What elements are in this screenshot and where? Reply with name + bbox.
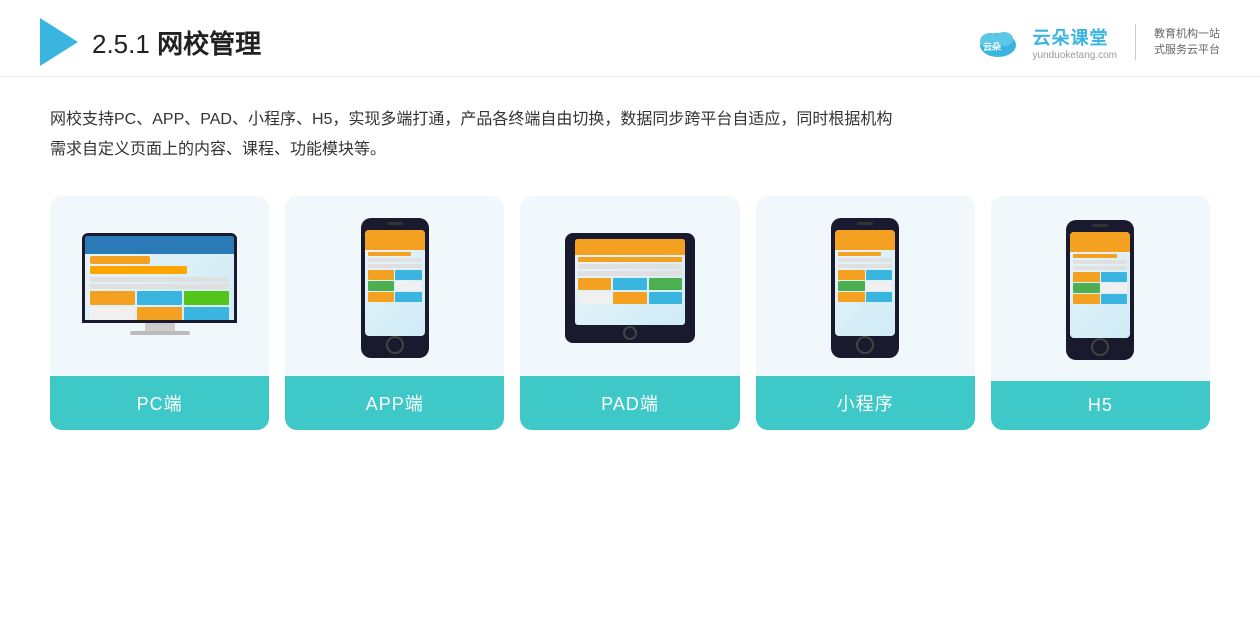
card-pc: PC端 (50, 196, 269, 430)
card-h5: H5 (991, 196, 1210, 430)
card-mini-label: 小程序 (756, 376, 975, 430)
card-pc-label: PC端 (50, 376, 269, 430)
card-mini: 小程序 (756, 196, 975, 430)
card-app-label: APP端 (285, 376, 504, 430)
card-pad: PAD端 (520, 196, 739, 430)
card-pad-image (520, 196, 739, 376)
app-device (361, 218, 429, 358)
logo-divider (1135, 24, 1136, 60)
cloud-icon: 云朵 (974, 23, 1022, 61)
mini-device (831, 218, 899, 358)
page-title: 2.5.1 网校管理 (92, 24, 261, 61)
card-app-image (285, 196, 504, 376)
logo-text: 云朵课堂 yunduoketang.com (1032, 24, 1117, 61)
description-text: 网校支持PC、APP、PAD、小程序、H5，实现多端打通，产品各终端自由切换，数… (50, 105, 1210, 166)
card-h5-label: H5 (991, 381, 1210, 430)
card-pad-label: PAD端 (520, 376, 739, 430)
tablet-icon (565, 233, 695, 343)
pc-device (82, 233, 237, 343)
logo-slogan: 教育机构一站 式服务云平台 (1154, 26, 1220, 59)
pad-device (565, 233, 695, 343)
card-pc-image (50, 196, 269, 376)
svg-text:云朵: 云朵 (983, 42, 1002, 52)
mini-phone-icon (831, 218, 899, 358)
page-wrapper: 2.5.1 网校管理 云朵 云朵课堂 yunduoketang.com 教育机构… (0, 0, 1260, 630)
header-left: 2.5.1 网校管理 (40, 18, 261, 66)
card-mini-image (756, 196, 975, 376)
header: 2.5.1 网校管理 云朵 云朵课堂 yunduoketang.com 教育机构… (0, 0, 1260, 77)
platform-cards-grid: PC端 (50, 196, 1210, 430)
h5-phone-icon (1066, 220, 1134, 360)
card-app: APP端 (285, 196, 504, 430)
pc-monitor-icon (82, 233, 237, 343)
logo-triangle-icon (40, 18, 78, 66)
brand-logo: 云朵 云朵课堂 yunduoketang.com 教育机构一站 式服务云平台 (974, 23, 1220, 61)
phone-icon (361, 218, 429, 358)
h5-device (1066, 220, 1134, 360)
card-h5-image (991, 196, 1210, 381)
main-content: 网校支持PC、APP、PAD、小程序、H5，实现多端打通，产品各终端自由切换，数… (0, 77, 1260, 450)
